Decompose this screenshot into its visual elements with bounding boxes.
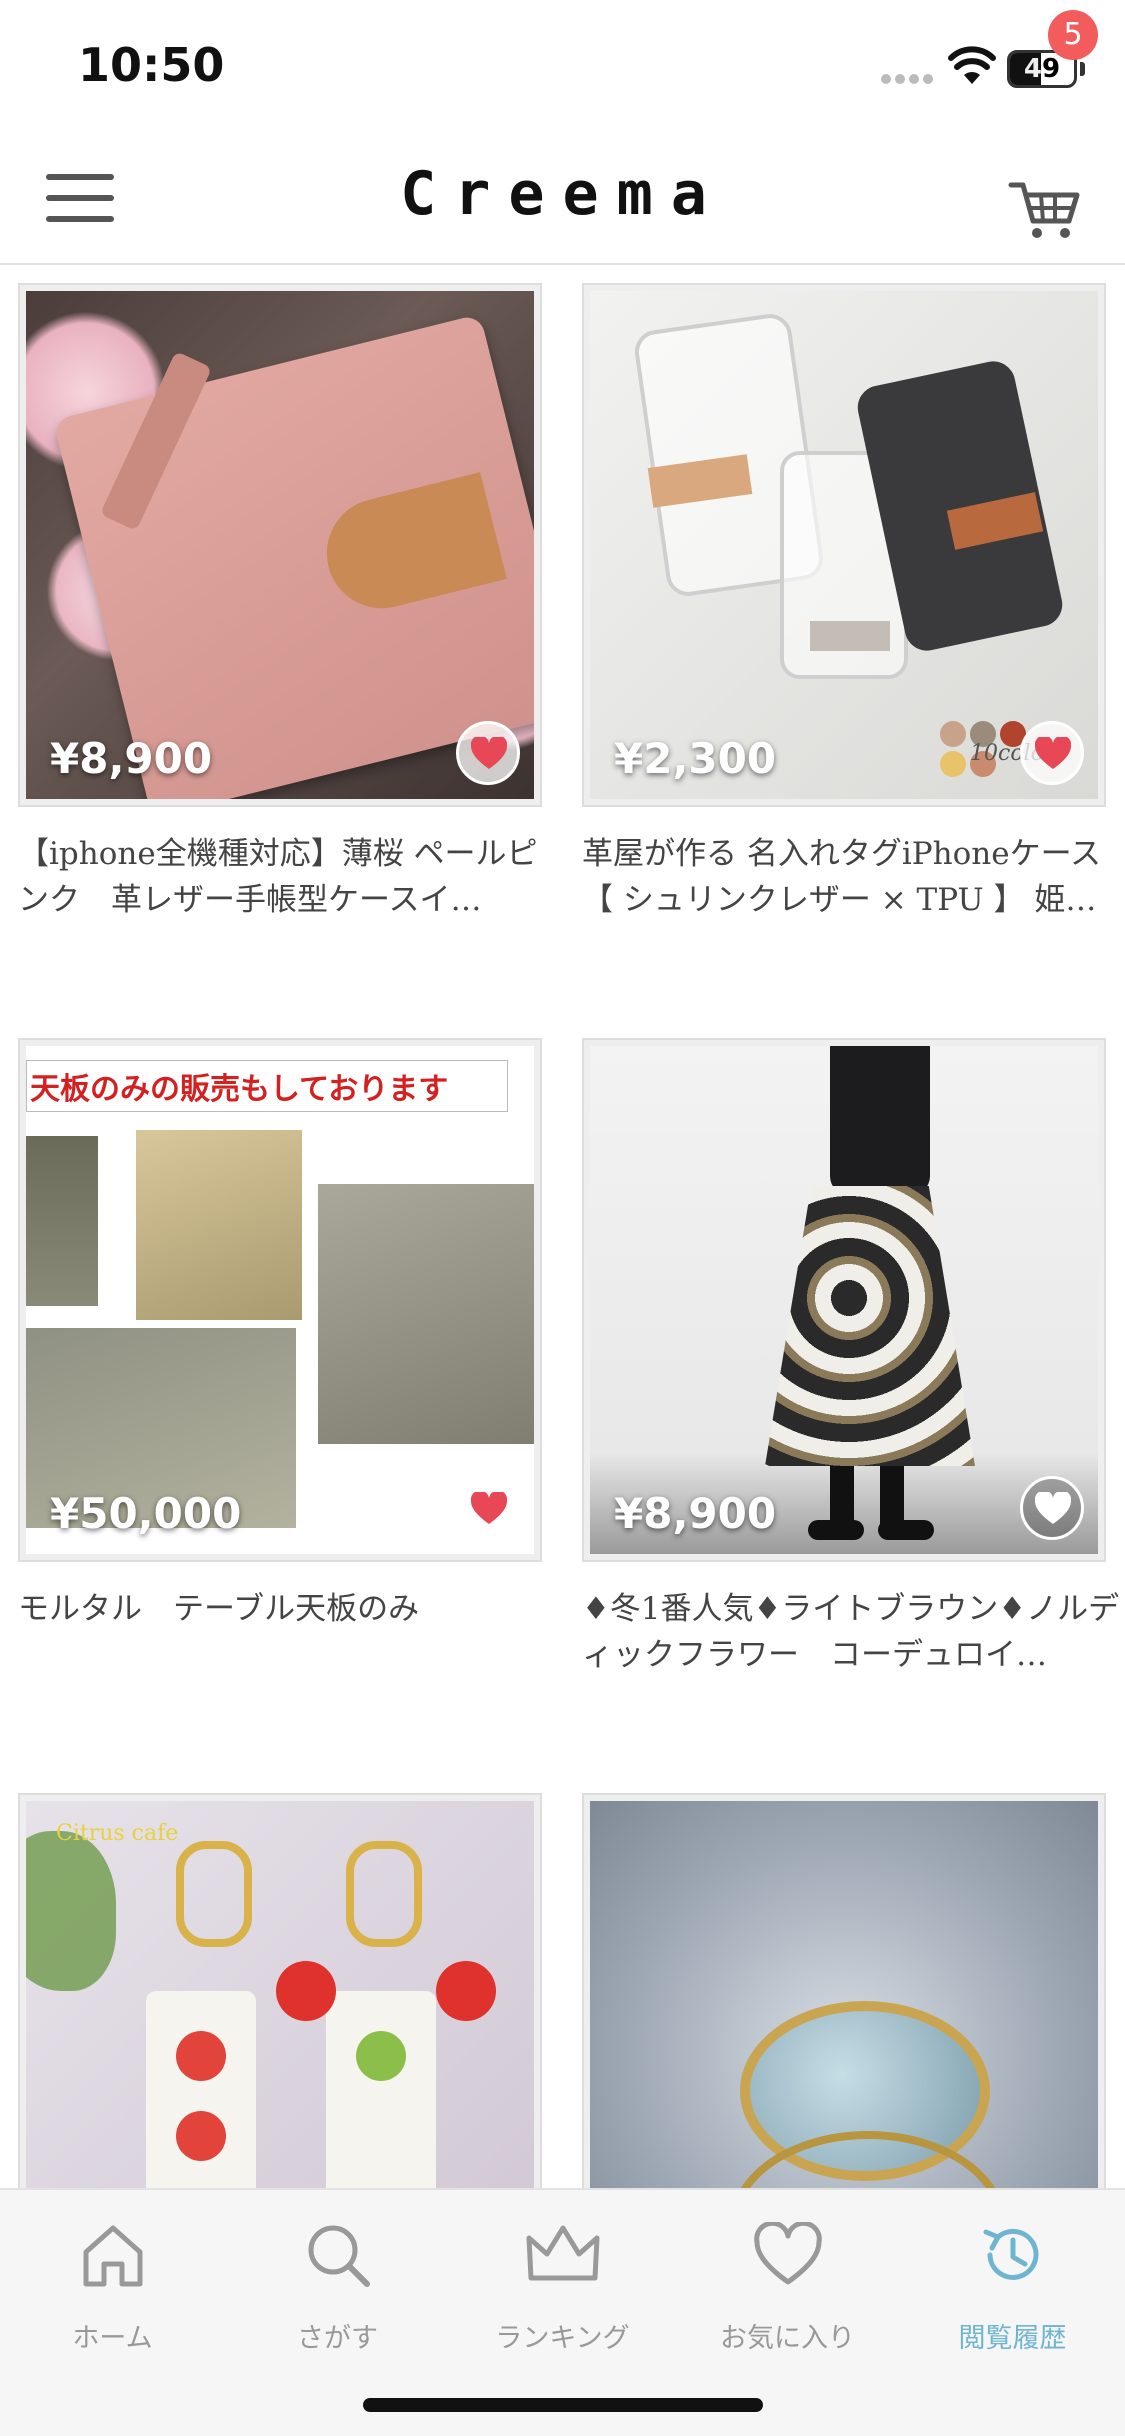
tab-favorites[interactable]: お気に入り xyxy=(675,2210,900,2355)
app-logo[interactable]: Creema xyxy=(0,159,1125,229)
favorite-button[interactable] xyxy=(456,1476,520,1540)
search-icon xyxy=(308,2225,370,2287)
heart-icon xyxy=(753,2222,822,2285)
product-title[interactable]: ♦冬1番人気♦ライトブラウン♦ノルディックフラワー コーデュロイ… xyxy=(582,1586,1122,1678)
tab-label: さがす xyxy=(297,2323,378,2354)
image-overlay-text: Citrus cafe xyxy=(56,1821,179,1846)
wifi-icon xyxy=(948,46,996,84)
product-price: ¥50,000 xyxy=(50,1489,242,1538)
tab-label: ランキング xyxy=(495,2323,630,2354)
heart-outline-icon xyxy=(1035,1492,1071,1524)
app-header: Creema xyxy=(0,135,1125,265)
heart-icon xyxy=(471,1492,507,1524)
image-banner-text: 天板のみの販売もしております xyxy=(30,1072,449,1107)
cellular-signal-icon xyxy=(881,74,933,84)
favorite-button[interactable] xyxy=(1020,1476,1084,1540)
tab-history[interactable]: 閲覧履歴 xyxy=(900,2210,1125,2355)
favorite-button[interactable] xyxy=(1020,721,1084,785)
status-bar: 10:50 49 xyxy=(0,0,1125,135)
cart-count-badge: 5 xyxy=(1048,10,1098,60)
heart-icon xyxy=(1035,737,1071,769)
crown-icon xyxy=(526,2225,599,2281)
product-image[interactable]: ¥8,900 xyxy=(582,1038,1106,1562)
product-image[interactable]: 10color ¥2,300 xyxy=(582,283,1106,807)
tab-search[interactable]: さがす xyxy=(225,2210,450,2355)
product-price: ¥8,900 xyxy=(614,1489,777,1538)
heart-icon xyxy=(471,737,507,769)
tab-label: お気に入り xyxy=(720,2323,855,2354)
product-price: ¥8,900 xyxy=(50,734,213,783)
history-icon xyxy=(983,2228,1038,2280)
product-title[interactable]: 革屋が作る 名入れタグiPhoneケース【 シュリンクレザー × TPU 】 姫… xyxy=(582,831,1122,923)
battery-tip xyxy=(1080,62,1085,76)
tab-label: ホーム xyxy=(72,2323,153,2354)
favorite-button[interactable] xyxy=(456,721,520,785)
tab-ranking[interactable]: ランキング xyxy=(450,2210,675,2355)
product-image[interactable]: 天板のみの販売もしております ¥50,000 xyxy=(18,1038,542,1562)
home-indicator[interactable] xyxy=(363,2398,763,2412)
product-price: ¥2,300 xyxy=(614,734,777,783)
product-image[interactable]: ¥8,900 xyxy=(18,283,542,807)
cart-icon[interactable] xyxy=(1005,165,1085,245)
home-icon xyxy=(83,2225,142,2287)
status-time: 10:50 xyxy=(78,38,225,92)
tab-home[interactable]: ホーム xyxy=(0,2210,225,2355)
tab-label: 閲覧履歴 xyxy=(958,2323,1067,2354)
product-title[interactable]: 【iphone全機種対応】薄桜 ペールピンク 革レザー手帳型ケースイ… xyxy=(18,831,558,923)
product-title[interactable]: モルタル テーブル天板のみ xyxy=(18,1586,558,1632)
